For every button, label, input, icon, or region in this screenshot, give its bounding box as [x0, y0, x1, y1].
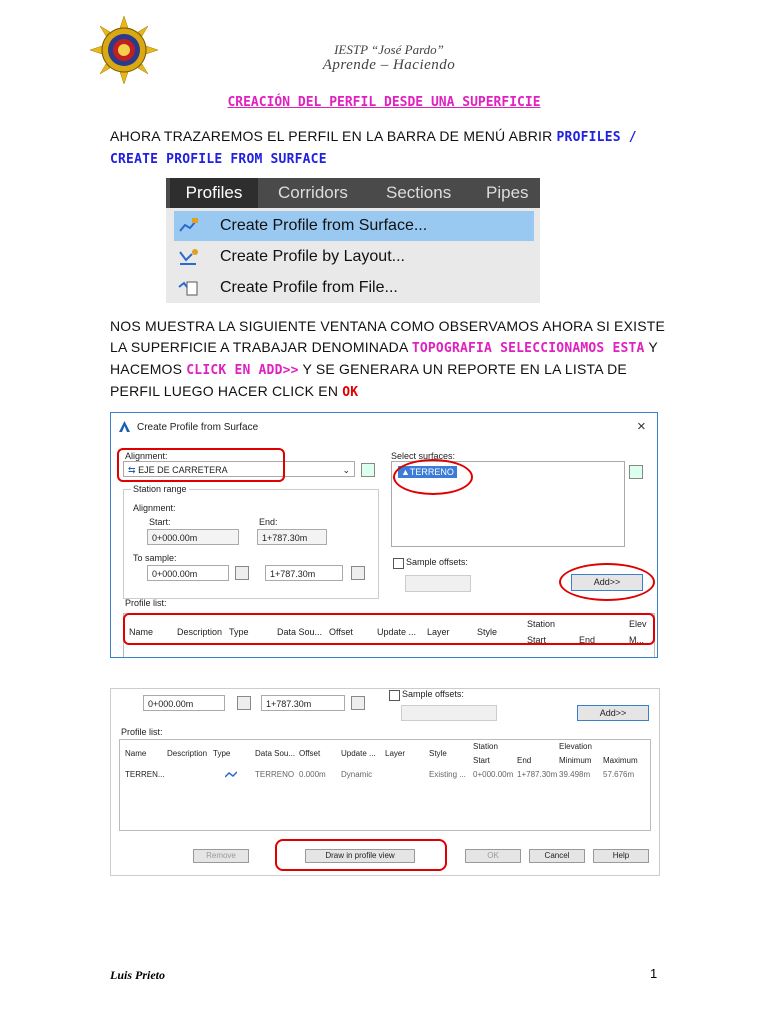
- annotation-draw-button: [275, 839, 447, 871]
- start-field: 0+000.00m: [147, 529, 239, 545]
- profile-list-label: Profile list:: [125, 598, 167, 608]
- column-style[interactable]: Style: [429, 749, 447, 758]
- sample-offsets-input: [401, 705, 497, 721]
- footer-author: Luis Prieto: [110, 968, 166, 982]
- create-profile-dialog: Create Profile from Surface × Alignment:…: [110, 412, 658, 658]
- annotation-add: [559, 563, 655, 601]
- cell-minimum: 39.498m: [559, 770, 591, 779]
- tab-sections[interactable]: Sections: [386, 178, 451, 208]
- instr-highlight-ok: OK: [342, 385, 359, 400]
- sample-offsets-checkbox[interactable]: [393, 558, 404, 569]
- cell-data-source: TERRENO: [255, 770, 295, 779]
- civil3d-icon: [119, 421, 130, 432]
- menu-item-create-by-layout[interactable]: Create Profile by Layout...: [174, 242, 534, 272]
- annotation-alignment: [117, 448, 285, 482]
- sample-end-input[interactable]: 1+787.30m: [265, 565, 343, 581]
- column-description[interactable]: Description: [167, 749, 207, 758]
- sample-start-input[interactable]: 0+000.00m: [143, 695, 225, 711]
- pick-surface-icon[interactable]: [629, 465, 643, 479]
- sample-start-input[interactable]: 0+000.00m: [147, 565, 229, 581]
- header-institution: IESTP “José Pardo”: [334, 42, 444, 57]
- profiles-menu-screenshot: Profiles Corridors Sections Pipes Create…: [166, 178, 540, 303]
- paragraph-intro: AHORA TRAZAREMOS EL PERFIL EN LA BARRA D…: [110, 126, 670, 170]
- pick-station-icon[interactable]: [237, 696, 251, 710]
- menu-item-create-from-surface[interactable]: Create Profile from Surface...: [174, 211, 534, 241]
- profile-surface-icon: [179, 218, 198, 232]
- column-minimum[interactable]: Minimum: [559, 756, 591, 765]
- end-field: 1+787.30m: [257, 529, 327, 545]
- section-title: CREACIÓN DEL PERFIL DESDE UNA SUPERFICIE: [227, 95, 541, 110]
- pick-station-icon[interactable]: [235, 566, 249, 580]
- tab-profiles[interactable]: Profiles: [170, 178, 258, 208]
- column-station[interactable]: Station: [473, 742, 498, 751]
- sample-offsets-label: Sample offsets:: [402, 689, 464, 699]
- sample-end-input[interactable]: 1+787.30m: [261, 695, 345, 711]
- sample-offsets-label: Sample offsets:: [406, 557, 468, 567]
- pick-station-icon[interactable]: [351, 696, 365, 710]
- close-icon[interactable]: ×: [637, 418, 646, 435]
- header-motto: Aprende – Haciendo: [322, 57, 456, 73]
- column-layer[interactable]: Layer: [385, 749, 405, 758]
- profile-file-icon: [178, 281, 198, 296]
- cell-end: 1+787.30m: [517, 770, 558, 779]
- alignment-sub-label: Alignment:: [133, 503, 176, 513]
- annotation-surface: [393, 459, 473, 495]
- column-maximum[interactable]: Maximum: [603, 756, 638, 765]
- profile-layout-icon: [179, 249, 198, 265]
- start-label: Start:: [149, 517, 171, 527]
- profile-list-label: Profile list:: [121, 727, 163, 737]
- column-elevation[interactable]: Elevation: [559, 742, 592, 751]
- instr-highlight-surface: TOPOGRAFIA SELECCIONAMOS ESTA: [411, 341, 645, 356]
- cell-update: Dynamic: [341, 770, 373, 779]
- menu-bar: Profiles Corridors Sections Pipes: [166, 178, 540, 208]
- sample-offsets-checkbox[interactable]: [389, 690, 400, 701]
- menu-item-label: Create Profile by Layout...: [220, 248, 405, 265]
- column-update[interactable]: Update ...: [341, 749, 376, 758]
- instr-highlight-add: CLICK EN ADD>>: [186, 363, 299, 378]
- menu-item-create-from-file[interactable]: Create Profile from File...: [174, 273, 534, 303]
- paragraph-instructions: NOS MUESTRA LA SIGUIENTE VENTANA COMO OB…: [110, 316, 670, 403]
- end-label: End:: [259, 517, 278, 527]
- page-number: 1: [650, 966, 658, 981]
- add-button[interactable]: Add>>: [577, 705, 649, 721]
- tab-corridors[interactable]: Corridors: [278, 178, 348, 208]
- dialog-title: Create Profile from Surface: [137, 422, 259, 433]
- column-start[interactable]: Start: [473, 756, 490, 765]
- menu-item-label: Create Profile from Surface...: [220, 217, 428, 234]
- remove-button[interactable]: Remove: [193, 849, 249, 863]
- cancel-button[interactable]: Cancel: [529, 849, 585, 863]
- profile-list-dialog: 0+000.00m 1+787.30m Sample offsets: Add>…: [110, 688, 660, 876]
- station-range-label: Station range: [131, 484, 189, 494]
- cell-maximum: 57.676m: [603, 770, 635, 779]
- cell-offset: 0.000m: [299, 770, 326, 779]
- menu-item-label: Create Profile from File...: [220, 279, 398, 296]
- profile-type-icon: [225, 771, 237, 778]
- ok-button[interactable]: OK: [465, 849, 521, 863]
- tab-pipes[interactable]: Pipes: [486, 178, 529, 208]
- column-end[interactable]: End: [517, 756, 531, 765]
- cell-name: TERREN...: [125, 770, 165, 779]
- help-button[interactable]: Help: [593, 849, 649, 863]
- pick-alignment-icon[interactable]: [361, 463, 375, 477]
- annotation-profile-list: [123, 613, 655, 645]
- cell-start: 0+000.00m: [473, 770, 514, 779]
- intro-text: AHORA TRAZAREMOS EL PERFIL EN LA BARRA D…: [110, 128, 557, 144]
- cell-style: Existing ...: [429, 770, 466, 779]
- pick-station-icon[interactable]: [351, 566, 365, 580]
- column-name[interactable]: Name: [125, 749, 146, 758]
- column-data-source[interactable]: Data Sou...: [255, 749, 295, 758]
- column-type[interactable]: Type: [213, 749, 230, 758]
- table-row[interactable]: TERREN... TERRENO 0.000m Dynamic Existin…: [121, 769, 647, 781]
- sample-offsets-input: [405, 575, 471, 592]
- chevron-down-icon: ⌄: [342, 465, 350, 475]
- to-sample-label: To sample:: [133, 553, 177, 563]
- column-offset[interactable]: Offset: [299, 749, 320, 758]
